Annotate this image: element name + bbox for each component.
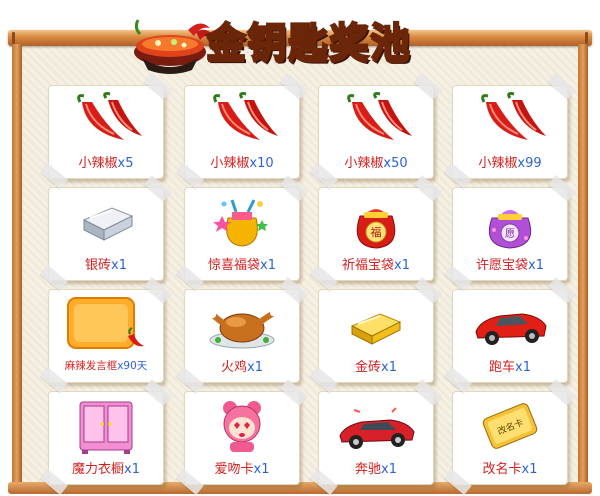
reward-label: 爱吻卡x1	[185, 458, 299, 477]
reward-label: 火鸡x1	[185, 356, 299, 375]
reward-card[interactable]: 福祈福宝袋x1	[318, 187, 434, 281]
gold-brick-icon	[336, 296, 416, 352]
reward-card[interactable]: 小辣椒x99	[452, 85, 568, 179]
reward-name: 祈福宝袋	[342, 258, 395, 273]
reward-name: 金砖	[355, 360, 382, 375]
reward-card[interactable]: 麻辣发言框x90天	[48, 289, 164, 383]
chili-pepper-icon	[66, 92, 146, 148]
reward-quantity: x1	[247, 360, 263, 375]
reward-label: 奔驰x1	[319, 458, 433, 477]
reward-quantity: x90天	[117, 360, 148, 372]
roast-turkey-icon	[202, 296, 282, 352]
reward-label: 银砖x1	[49, 254, 163, 273]
sports-car-icon	[470, 296, 550, 352]
reward-pool-board: 金钥匙奖池 小辣椒x5 小辣椒x10 小辣椒x50 小辣椒x99 银砖x1 惊喜福袋x1 福…	[0, 0, 600, 496]
reward-name: 小辣椒	[344, 156, 384, 171]
reward-quantity: x1	[260, 258, 276, 273]
blessing-bag-icon: 福	[336, 194, 416, 250]
reward-quantity: x1	[521, 462, 538, 477]
svg-text:愿: 愿	[505, 228, 515, 240]
reward-name: 改名卡	[482, 462, 522, 477]
reward-card[interactable]: 金砖x1	[318, 289, 434, 383]
reward-name: 火鸡	[221, 360, 248, 375]
reward-quantity: x1	[124, 462, 140, 477]
reward-name: 爱吻卡	[214, 462, 254, 477]
reward-name: 小辣椒	[78, 156, 118, 171]
reward-quantity: x1	[381, 462, 397, 477]
chili-pepper-icon	[336, 92, 416, 148]
reward-label: 小辣椒x10	[185, 152, 299, 171]
reward-name: 小辣椒	[210, 156, 250, 171]
chili-pepper-icon	[202, 92, 282, 148]
reward-quantity: x1	[111, 258, 127, 273]
reward-name: 许愿宝袋	[476, 258, 529, 273]
reward-quantity: x1	[528, 258, 544, 273]
frame-left-post	[12, 44, 22, 490]
reward-name: 奔驰	[355, 462, 382, 477]
reward-card[interactable]: 小辣椒x10	[184, 85, 300, 179]
reward-quantity: x1	[394, 258, 410, 273]
reward-label: 跑车x1	[453, 356, 567, 375]
reward-card[interactable]: 改名卡 改名卡x1	[452, 391, 568, 485]
reward-label: 惊喜福袋x1	[185, 254, 299, 273]
reward-label: 祈福宝袋x1	[319, 254, 433, 273]
rename-card-icon: 改名卡	[470, 398, 550, 454]
reward-quantity: x10	[249, 156, 274, 171]
reward-label: 小辣椒x99	[453, 152, 567, 171]
reward-name: 魔力衣橱	[72, 462, 125, 477]
kiss-card-icon	[202, 398, 282, 454]
pool-header: 金钥匙奖池	[130, 8, 430, 80]
reward-label: 小辣椒x5	[49, 152, 163, 171]
reward-quantity: x1	[253, 462, 270, 477]
reward-name: 银砖	[85, 258, 112, 273]
frame-right-post	[578, 44, 588, 490]
reward-quantity: x1	[381, 360, 397, 375]
reward-name: 跑车	[489, 360, 516, 375]
reward-card[interactable]: 小辣椒x5	[48, 85, 164, 179]
benz-car-icon	[336, 398, 416, 454]
reward-card[interactable]: 小辣椒x50	[318, 85, 434, 179]
reward-card[interactable]: 魔力衣橱x1	[48, 391, 164, 485]
chili-pepper-icon	[470, 92, 550, 148]
reward-card[interactable]: 奔驰x1	[318, 391, 434, 485]
surprise-bag-icon	[202, 194, 282, 250]
reward-card[interactable]: 跑车x1	[452, 289, 568, 383]
reward-card[interactable]: 愿许愿宝袋x1	[452, 187, 568, 281]
chat-frame-icon	[66, 296, 146, 352]
reward-label: 许愿宝袋x1	[453, 254, 567, 273]
reward-card[interactable]: 爱吻卡x1	[184, 391, 300, 485]
hot-pot-icon	[134, 19, 214, 74]
reward-label: 金砖x1	[319, 356, 433, 375]
pool-title: 金钥匙奖池	[205, 19, 411, 67]
wish-bag-icon: 愿	[470, 194, 550, 250]
reward-card[interactable]: 银砖x1	[48, 187, 164, 281]
reward-name: 惊喜福袋	[208, 258, 261, 273]
reward-label: 改名卡x1	[453, 458, 567, 477]
reward-quantity: x50	[383, 156, 408, 171]
reward-card[interactable]: 火鸡x1	[184, 289, 300, 383]
reward-name: 小辣椒	[478, 156, 518, 171]
silver-brick-icon	[66, 194, 146, 250]
reward-label: 魔力衣橱x1	[49, 458, 163, 477]
svg-text:福: 福	[371, 225, 382, 239]
reward-quantity: x5	[117, 156, 134, 171]
reward-name: 麻辣发言框	[64, 360, 118, 372]
wardrobe-icon	[66, 398, 146, 454]
reward-quantity: x99	[517, 156, 542, 171]
reward-card[interactable]: 惊喜福袋x1	[184, 187, 300, 281]
reward-quantity: x1	[515, 360, 531, 375]
reward-label: 小辣椒x50	[319, 152, 433, 171]
reward-label: 麻辣发言框x90天	[49, 358, 163, 373]
